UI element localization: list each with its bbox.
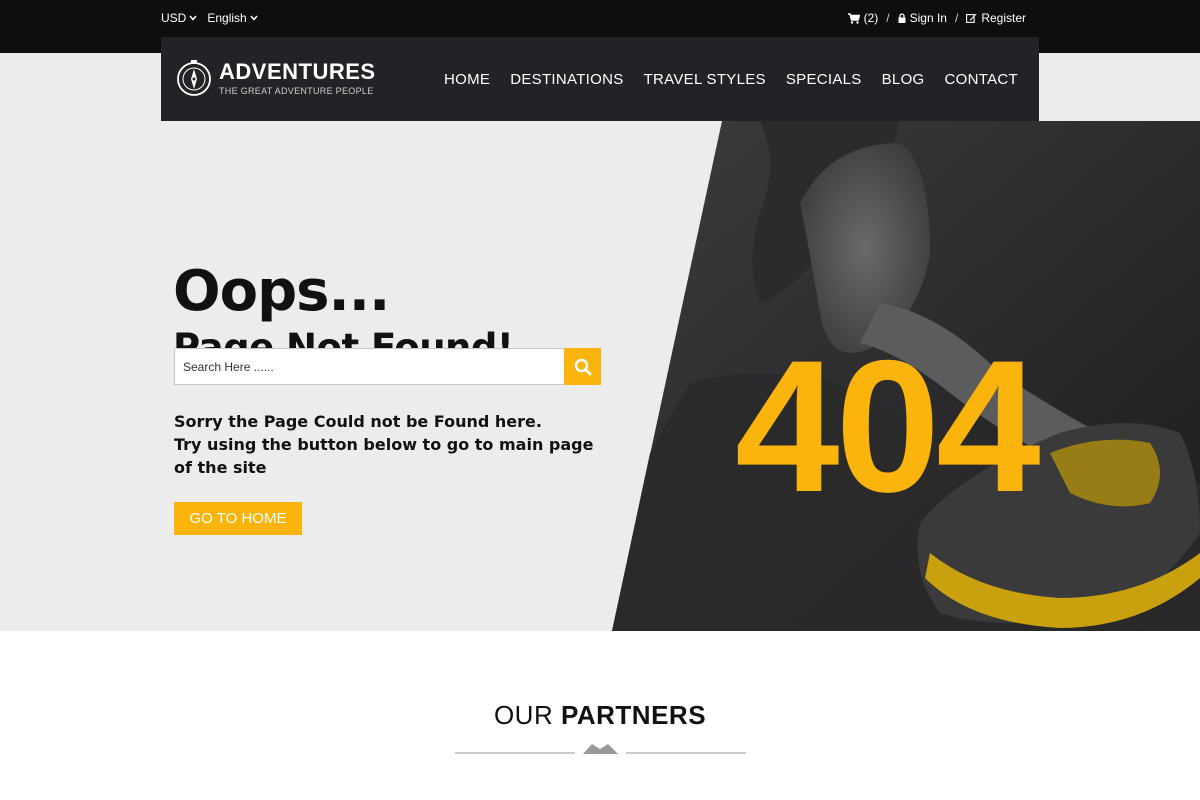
nav-item-home[interactable]: HOME [444, 71, 490, 88]
compass-icon [177, 60, 211, 96]
register-label: Register [981, 11, 1026, 25]
partners-heading: OUR PARTNERS [0, 700, 1200, 731]
brand-name: ADVENTURES [219, 58, 376, 84]
cart-icon [847, 12, 860, 24]
error-message-line: Try using the button below to go to main… [174, 435, 594, 454]
register-link[interactable]: Register [966, 11, 1026, 25]
main-navbar: ADVENTURES THE GREAT ADVENTURE PEOPLE HO… [161, 37, 1039, 121]
error-headline: Oops... [173, 259, 390, 324]
error-message-line: Sorry the Page Could not be Found here. [174, 412, 542, 431]
search-icon [574, 358, 591, 375]
brand-text: ADVENTURES THE GREAT ADVENTURE PEOPLE [219, 58, 376, 96]
sign-in-link[interactable]: Sign In [898, 11, 947, 25]
main-nav: HOME DESTINATIONS TRAVEL STYLES SPECIALS… [444, 71, 1018, 88]
nav-item-travel-styles[interactable]: TRAVEL STYLES [644, 71, 766, 88]
error-code: 404 [735, 321, 1041, 531]
lock-icon [898, 13, 906, 23]
nav-item-destinations[interactable]: DESTINATIONS [510, 71, 623, 88]
section-divider [455, 744, 746, 754]
nav-item-contact[interactable]: CONTACT [945, 71, 1018, 88]
search-button[interactable] [564, 348, 601, 385]
error-message: Sorry the Page Could not be Found here. … [174, 410, 594, 479]
partners-title: PARTNERS [560, 700, 707, 730]
cart-count: (2) [863, 11, 879, 25]
brand-tagline: THE GREAT ADVENTURE PEOPLE [219, 85, 374, 96]
chevron-down-icon [189, 15, 197, 21]
topbar-left: USD English [161, 11, 258, 25]
edit-icon [966, 13, 977, 23]
search-form [174, 348, 601, 385]
language-label: English [207, 11, 247, 25]
chevron-down-icon [250, 15, 258, 21]
go-to-home-button[interactable]: GO TO HOME [174, 502, 302, 535]
separator: / [954, 11, 959, 25]
partners-prefix: OUR [493, 700, 554, 730]
brand-logo[interactable]: ADVENTURES THE GREAT ADVENTURE PEOPLE [175, 59, 376, 97]
nav-item-specials[interactable]: SPECIALS [786, 71, 862, 88]
currency-label: USD [161, 11, 187, 25]
nav-item-blog[interactable]: BLOG [882, 71, 925, 88]
separator: / [886, 11, 890, 25]
currency-select[interactable]: USD [161, 11, 197, 25]
sign-in-label: Sign In [909, 11, 947, 25]
hero-section: Oops... Page Not Found! 404 [0, 53, 1200, 631]
search-input[interactable] [174, 348, 564, 385]
cart-link[interactable]: (2) [847, 11, 879, 25]
topbar-right: (2) / Sign In / Register [847, 11, 1026, 25]
language-select[interactable]: English [207, 11, 258, 25]
error-message-line: of the site [174, 458, 267, 477]
